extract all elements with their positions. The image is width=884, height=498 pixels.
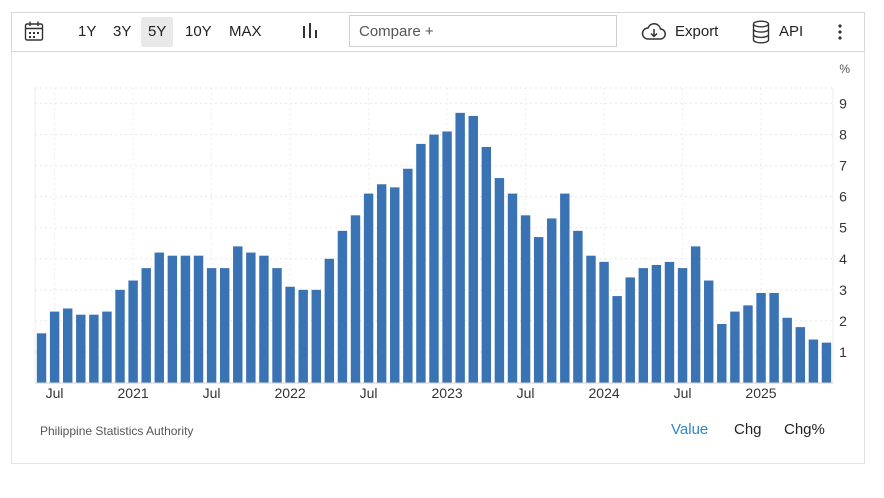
bar[interactable] xyxy=(730,311,740,383)
bar[interactable] xyxy=(115,289,125,383)
bar[interactable] xyxy=(403,168,413,383)
bar[interactable] xyxy=(259,255,269,383)
bar[interactable] xyxy=(219,268,230,383)
bar[interactable] xyxy=(193,255,204,383)
x-tick-label: Jul xyxy=(674,385,692,401)
bar[interactable] xyxy=(128,280,138,383)
bar[interactable] xyxy=(350,215,361,383)
bar[interactable] xyxy=(363,193,374,383)
bar[interactable] xyxy=(36,333,47,383)
data-source-label: Philippine Statistics Authority xyxy=(40,424,194,438)
bar[interactable] xyxy=(586,255,596,383)
bar[interactable] xyxy=(547,218,557,383)
bar[interactable] xyxy=(743,305,753,383)
bar[interactable] xyxy=(324,258,335,383)
bar[interactable] xyxy=(599,261,609,383)
bar[interactable] xyxy=(717,324,727,383)
bar[interactable] xyxy=(664,261,675,383)
y-tick-label: 6 xyxy=(839,189,847,205)
bar[interactable] xyxy=(180,255,191,383)
bar[interactable] xyxy=(795,327,806,383)
tab-chg-percent[interactable]: Chg% xyxy=(784,421,825,438)
bar[interactable] xyxy=(285,286,295,383)
bar[interactable] xyxy=(690,246,701,383)
tab-value[interactable]: Value xyxy=(671,421,708,438)
bar[interactable] xyxy=(808,339,819,383)
x-tick-label: Jul xyxy=(203,385,221,401)
bar[interactable] xyxy=(311,289,321,383)
bar[interactable] xyxy=(651,265,662,383)
bar[interactable] xyxy=(573,230,583,383)
bar[interactable] xyxy=(560,193,570,383)
bar[interactable] xyxy=(206,268,217,383)
bar[interactable] xyxy=(298,289,308,383)
bar[interactable] xyxy=(246,252,256,383)
y-axis-unit-label: % xyxy=(839,62,850,76)
bar[interactable] xyxy=(102,311,112,383)
bar[interactable] xyxy=(821,342,832,383)
bar[interactable] xyxy=(76,314,86,383)
bar[interactable] xyxy=(638,268,649,383)
x-tick-label: Jul xyxy=(360,385,378,401)
x-tick-label: 2025 xyxy=(745,385,776,401)
bar[interactable] xyxy=(612,296,622,383)
y-tick-label: 3 xyxy=(839,282,847,298)
bar[interactable] xyxy=(507,193,518,383)
bar[interactable] xyxy=(704,280,714,383)
bar[interactable] xyxy=(89,314,99,383)
y-tick-label: 7 xyxy=(839,158,847,174)
bar[interactable] xyxy=(533,237,544,383)
tab-chg[interactable]: Chg xyxy=(734,421,762,438)
y-tick-label: 2 xyxy=(839,313,847,329)
bar[interactable] xyxy=(625,277,635,383)
bar[interactable] xyxy=(455,112,465,383)
bar[interactable] xyxy=(154,252,164,383)
bar[interactable] xyxy=(520,215,531,383)
bar[interactable] xyxy=(756,292,766,383)
y-tick-label: 5 xyxy=(839,220,847,236)
bar[interactable] xyxy=(376,184,387,383)
bar[interactable] xyxy=(782,317,792,383)
x-tick-label: Jul xyxy=(517,385,535,401)
bar[interactable] xyxy=(468,115,478,383)
bar[interactable] xyxy=(677,268,688,383)
y-tick-label: 4 xyxy=(839,251,847,267)
x-tick-label: 2022 xyxy=(275,385,306,401)
bar[interactable] xyxy=(63,308,73,383)
y-tick-label: 9 xyxy=(839,96,847,112)
bar[interactable] xyxy=(494,178,505,383)
bar[interactable] xyxy=(769,292,779,383)
bar[interactable] xyxy=(390,187,400,383)
bar[interactable] xyxy=(442,131,452,383)
bar[interactable] xyxy=(337,230,348,383)
x-tick-label: 2021 xyxy=(118,385,149,401)
y-tick-label: 1 xyxy=(839,344,847,360)
bar[interactable] xyxy=(141,268,151,383)
bar[interactable] xyxy=(167,255,178,383)
bar[interactable] xyxy=(416,143,426,383)
bar[interactable] xyxy=(429,134,439,383)
bar[interactable] xyxy=(272,268,282,383)
y-tick-label: 8 xyxy=(839,127,847,143)
x-tick-label: 2024 xyxy=(589,385,620,401)
x-tick-label: Jul xyxy=(46,385,64,401)
bar[interactable] xyxy=(481,147,492,383)
bar[interactable] xyxy=(233,246,243,383)
x-tick-label: 2023 xyxy=(432,385,463,401)
bar[interactable] xyxy=(49,311,60,383)
